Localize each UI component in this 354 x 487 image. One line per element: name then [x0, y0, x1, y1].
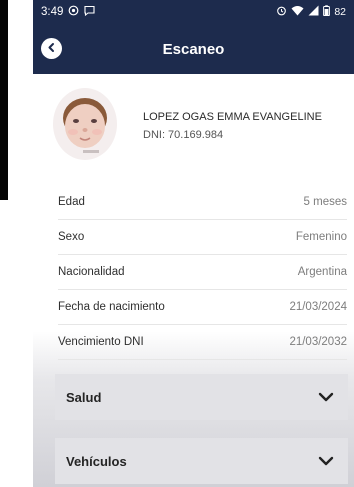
section-vehiculos[interactable]: Vehículos [55, 438, 348, 484]
phone-screen: 3:49 82 Escaneo LOPEZ OGAS EMMA EVANGELI… [33, 0, 354, 487]
detail-row-sexo: Sexo Femenino [58, 220, 347, 255]
detail-value: Femenino [295, 231, 347, 243]
avatar [53, 88, 117, 160]
detail-value: 21/03/2032 [289, 336, 347, 348]
app-bar: Escaneo [33, 24, 354, 74]
section-label: Salud [66, 389, 102, 405]
page-title: Escaneo [162, 40, 225, 58]
battery-icon [323, 5, 331, 19]
chevron-down-icon[interactable] [314, 449, 338, 473]
signal-icon [308, 5, 319, 19]
section-salud[interactable]: Salud [55, 374, 348, 420]
edge-mark [0, 0, 8, 200]
detail-label: Vencimiento DNI [58, 336, 144, 348]
detail-label: Fecha de nacimiento [58, 301, 165, 313]
detail-row-edad: Edad 5 meses [58, 185, 347, 220]
wifi-icon [291, 5, 304, 19]
location-icon [68, 5, 79, 19]
message-icon [84, 5, 95, 19]
detail-label: Sexo [58, 231, 85, 243]
left-margin [0, 0, 33, 487]
detail-row-nacionalidad: Nacionalidad Argentina [58, 255, 347, 290]
detail-row-vencimiento-dni: Vencimiento DNI 21/03/2032 [58, 325, 347, 360]
profile-dni: DNI: 70.169.984 [143, 129, 224, 141]
back-icon [46, 40, 57, 58]
detail-value: 21/03/2024 [289, 301, 347, 313]
detail-value: Argentina [297, 266, 347, 278]
detail-value: 5 meses [303, 196, 347, 208]
detail-row-fecha-nacimiento: Fecha de nacimiento 21/03/2024 [58, 290, 347, 325]
profile-name: LOPEZ OGAS EMMA EVANGELINE [143, 111, 322, 123]
detail-label: Edad [58, 196, 85, 208]
details-list: Edad 5 meses Sexo Femenino Nacionalidad … [58, 185, 347, 360]
section-label: Vehículos [66, 453, 127, 469]
status-time: 3:49 [41, 6, 64, 18]
profile-card: LOPEZ OGAS EMMA EVANGELINE DNI: 70.169.9… [33, 84, 354, 168]
detail-label: Nacionalidad [58, 266, 125, 278]
status-right: 82 [276, 5, 346, 19]
chevron-down-icon[interactable] [314, 385, 338, 409]
back-button[interactable] [41, 38, 62, 59]
status-bar: 3:49 82 [33, 0, 354, 24]
battery-level: 82 [334, 6, 346, 18]
alarm-icon [276, 5, 287, 19]
status-left: 3:49 [41, 5, 95, 19]
